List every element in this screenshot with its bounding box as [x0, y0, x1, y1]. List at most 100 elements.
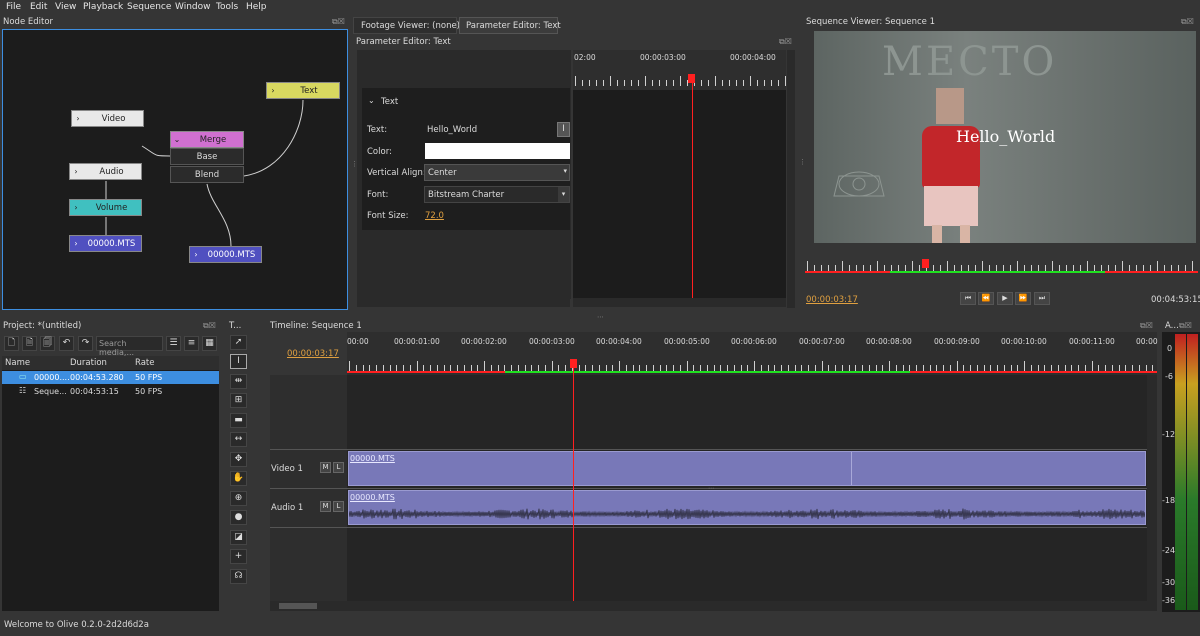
tab-parameter-editor[interactable]: Parameter Editor: Text: [459, 17, 561, 34]
headphones-icon[interactable]: ☊: [230, 569, 247, 584]
rolling-tool-icon[interactable]: ⊞: [230, 393, 247, 408]
node-editor-canvas[interactable]: › Text › Video ⌄ Merge Base Blend › Audio › V…: [2, 29, 348, 310]
menu-bar: File Edit View Playback Sequence Window …: [0, 0, 1200, 15]
edit-tool-icon[interactable]: I: [230, 354, 247, 369]
node-video[interactable]: › Video: [71, 110, 144, 127]
lock-button[interactable]: L: [333, 501, 344, 512]
node-merge-input-blend[interactable]: Blend: [170, 166, 244, 183]
record-tool-icon[interactable]: ●: [230, 510, 247, 525]
menu-view[interactable]: View: [55, 2, 76, 12]
param-keyframe-area[interactable]: [573, 90, 786, 299]
tab-footage-viewer[interactable]: Footage Viewer: (none): [353, 17, 460, 34]
timeline-scrollbar-vertical[interactable]: [1147, 375, 1157, 601]
slip-tool-icon[interactable]: ↔: [230, 432, 247, 447]
font-select[interactable]: Bitstream Charter ▾: [424, 186, 570, 203]
scrollbar-thumb[interactable]: [279, 603, 317, 609]
list-view-icon[interactable]: ≡: [184, 336, 199, 351]
go-to-start-icon[interactable]: ⏮: [960, 292, 976, 305]
panel-float-close-icon[interactable]: ⧉☒: [1140, 321, 1153, 331]
mute-button[interactable]: M: [320, 462, 331, 473]
node-merge-input-base[interactable]: Base: [170, 148, 244, 165]
panel-float-close-icon[interactable]: ⧉☒: [203, 321, 216, 331]
timeline-current-time[interactable]: 00:00:03:17: [287, 349, 339, 359]
search-media-input[interactable]: Search media,...: [96, 336, 163, 357]
pointer-tool-icon[interactable]: ➚: [230, 335, 247, 350]
node-clip-video[interactable]: › 00000.MTS: [189, 246, 262, 263]
timeline-scrollbar-horizontal[interactable]: [270, 601, 1157, 611]
slide-tool-icon[interactable]: ✥: [230, 452, 247, 467]
color-swatch[interactable]: [425, 143, 570, 159]
ruler-tick: [821, 361, 823, 371]
ruler-tick: [750, 76, 751, 86]
menu-edit[interactable]: Edit: [30, 2, 47, 12]
rewind-icon[interactable]: ⏪: [978, 292, 994, 305]
tree-view-icon[interactable]: ☰: [166, 336, 181, 351]
splitter-handle-icon[interactable]: ⋮: [799, 158, 806, 166]
font-size-value[interactable]: 72.0: [425, 211, 444, 221]
column-rate[interactable]: Rate: [135, 358, 155, 368]
undo-icon[interactable]: ↶: [59, 336, 74, 351]
node-merge[interactable]: ⌄ Merge: [170, 131, 244, 148]
icon-view-icon[interactable]: ▦: [202, 336, 217, 351]
project-media-list: Name Duration Rate ▭ 00000.... 00:04:53.…: [2, 356, 219, 611]
menu-window[interactable]: Window: [175, 2, 211, 12]
lock-button[interactable]: L: [333, 462, 344, 473]
add-tool-icon[interactable]: +: [230, 549, 247, 564]
column-name[interactable]: Name: [5, 358, 30, 368]
new-icon[interactable]: 🗋: [4, 336, 19, 351]
playhead-handle[interactable]: [922, 259, 929, 268]
video-clip[interactable]: 00000.MTS: [348, 451, 1146, 486]
timeline-ruler[interactable]: 00:00 00:00:01:00 00:00:02:00 00:00:03:0…: [347, 332, 1158, 375]
menu-tools[interactable]: Tools: [216, 2, 238, 12]
node-volume[interactable]: › Volume: [69, 199, 142, 216]
panel-float-close-icon[interactable]: ⧉☒: [779, 37, 792, 47]
splitter-handle-icon[interactable]: ⋮: [351, 160, 358, 168]
tools-title: T...: [229, 321, 242, 331]
menu-help[interactable]: Help: [246, 2, 267, 12]
ruler-tick: [1087, 261, 1088, 271]
splitter-handle-icon[interactable]: ⋯: [708, 485, 714, 492]
ruler-tick: [785, 76, 786, 86]
go-to-end-icon[interactable]: ⏭: [1034, 292, 1050, 305]
audio-clip[interactable]: 00000.MTS: [348, 490, 1146, 525]
text-cursor-icon[interactable]: I: [557, 122, 570, 137]
param-scrollbar-horizontal[interactable]: [357, 298, 570, 307]
panel-float-close-icon[interactable]: ⧉☒: [1181, 17, 1194, 27]
panel-float-close-icon[interactable]: ⧉☒: [1179, 321, 1192, 331]
mute-button[interactable]: M: [320, 501, 331, 512]
play-icon[interactable]: ▶: [997, 292, 1013, 305]
panel-float-close-icon[interactable]: ⧉☒: [332, 17, 345, 27]
text-field[interactable]: Hello_World: [427, 125, 477, 135]
splitter-handle-icon[interactable]: ⋯: [597, 313, 604, 321]
keyframe-scrollbar-horizontal[interactable]: [573, 298, 786, 307]
viewer-current-time[interactable]: 00:00:03:17: [806, 295, 858, 305]
ripple-tool-icon[interactable]: ⇹: [230, 374, 247, 389]
param-keyframe-ruler[interactable]: 02:00 00:00:03:00 00:00:04:00: [573, 50, 786, 90]
menu-file[interactable]: File: [6, 2, 21, 12]
transition-tool-icon[interactable]: ◪: [230, 530, 247, 545]
node-clip-audio[interactable]: › 00000.MTS: [69, 235, 142, 252]
zoom-tool-icon[interactable]: ⊕: [230, 491, 247, 506]
video-preview[interactable]: МЕСТО Hello_World: [814, 31, 1196, 243]
project-row[interactable]: ▭ 00000.... 00:04:53.280 50 FPS: [2, 371, 219, 384]
viewer-timeline-bar[interactable]: [805, 256, 1198, 276]
redo-icon[interactable]: ↷: [78, 336, 93, 351]
menu-sequence[interactable]: Sequence: [127, 2, 171, 12]
open-icon[interactable]: 🗎: [22, 336, 37, 351]
ruler-tick: [349, 361, 350, 371]
column-duration[interactable]: Duration: [70, 358, 107, 368]
timeline-ruler-ticks: [347, 361, 1157, 371]
save-icon[interactable]: 🗐: [40, 336, 55, 351]
chevron-right-icon: ›: [74, 239, 78, 248]
node-audio[interactable]: › Audio: [69, 163, 142, 180]
project-header-row: Name Duration Rate: [2, 356, 219, 370]
keyframe-scrollbar-vertical[interactable]: [787, 50, 795, 308]
project-row[interactable]: ☷ Seque... 00:04:53:15 50 FPS: [2, 385, 219, 398]
node-text[interactable]: › Text: [266, 82, 340, 99]
hand-tool-icon[interactable]: ✋: [230, 471, 247, 486]
fast-forward-icon[interactable]: ⏩: [1015, 292, 1031, 305]
vertical-align-select[interactable]: Center ▾: [424, 164, 570, 181]
menu-playback[interactable]: Playback: [83, 2, 123, 12]
param-section-header[interactable]: ⌄ Text: [362, 88, 570, 114]
razor-tool-icon[interactable]: ▬: [230, 413, 247, 428]
